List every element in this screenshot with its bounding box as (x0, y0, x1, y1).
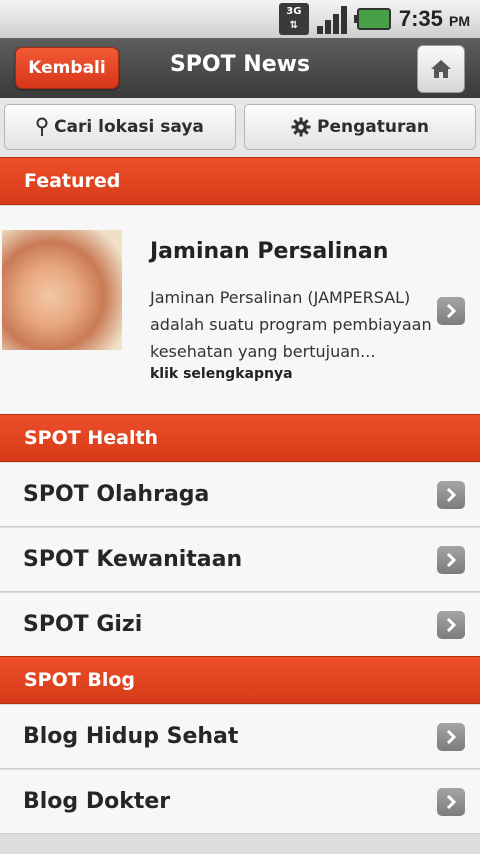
app-header: Kembali SPOT News (0, 38, 480, 98)
chevron-right-icon (437, 297, 465, 325)
list-item-blog-dokter[interactable]: Blog Dokter (0, 770, 480, 834)
network-label: 3G (286, 6, 302, 17)
gear-icon (291, 117, 311, 137)
section-header-blog: SPOT Blog (0, 656, 480, 704)
status-time-ampm: PM (449, 13, 470, 29)
status-time-value: 7:35 (398, 6, 443, 31)
home-button[interactable] (417, 45, 465, 93)
featured-item[interactable]: Jaminan Persalinan Jaminan Persalinan (J… (0, 206, 480, 414)
featured-title: Jaminan Persalinan (150, 239, 389, 264)
page-title: SPOT News (169, 52, 311, 77)
featured-image (2, 230, 122, 350)
find-location-label: Cari lokasi saya (54, 117, 204, 137)
list-item-label: Blog Hidup Sehat (23, 724, 239, 749)
chevron-right-icon (437, 788, 465, 816)
toolbar: Cari lokasi saya Pengaturan (0, 98, 480, 158)
chevron-right-icon (437, 481, 465, 509)
list-item-label: SPOT Gizi (23, 612, 143, 637)
status-time: 7:35 PM (399, 6, 470, 32)
network-3g-icon: 3G ⇅ (278, 3, 309, 35)
read-more-link[interactable]: klik selengkapnya (150, 366, 293, 382)
list-item-label: Blog Dokter (23, 789, 171, 814)
location-pin-icon (36, 117, 48, 136)
status-bar: 3G ⇅ 7:35 PM (0, 0, 480, 38)
section-header-health: SPOT Health (0, 414, 480, 462)
list-item-label: SPOT Olahraga (23, 482, 210, 507)
signal-icon (316, 4, 349, 34)
settings-label: Pengaturan (317, 117, 429, 137)
settings-button[interactable]: Pengaturan (244, 104, 476, 150)
list-item-label: SPOT Kewanitaan (23, 547, 243, 572)
list-item-kewanitaan[interactable]: SPOT Kewanitaan (0, 528, 480, 592)
list-item-gizi[interactable]: SPOT Gizi (0, 593, 480, 657)
find-location-button[interactable]: Cari lokasi saya (4, 104, 236, 150)
battery-icon (353, 8, 391, 30)
chevron-right-icon (437, 723, 465, 751)
chevron-right-icon (437, 546, 465, 574)
section-header-featured: Featured (0, 157, 480, 205)
chevron-right-icon (437, 611, 465, 639)
list-item-blog-hidup-sehat[interactable]: Blog Hidup Sehat (0, 705, 480, 769)
list-item-olahraga[interactable]: SPOT Olahraga (0, 463, 480, 527)
home-icon (431, 60, 451, 78)
featured-description: Jaminan Persalinan (JAMPERSAL) adalah su… (150, 288, 432, 361)
